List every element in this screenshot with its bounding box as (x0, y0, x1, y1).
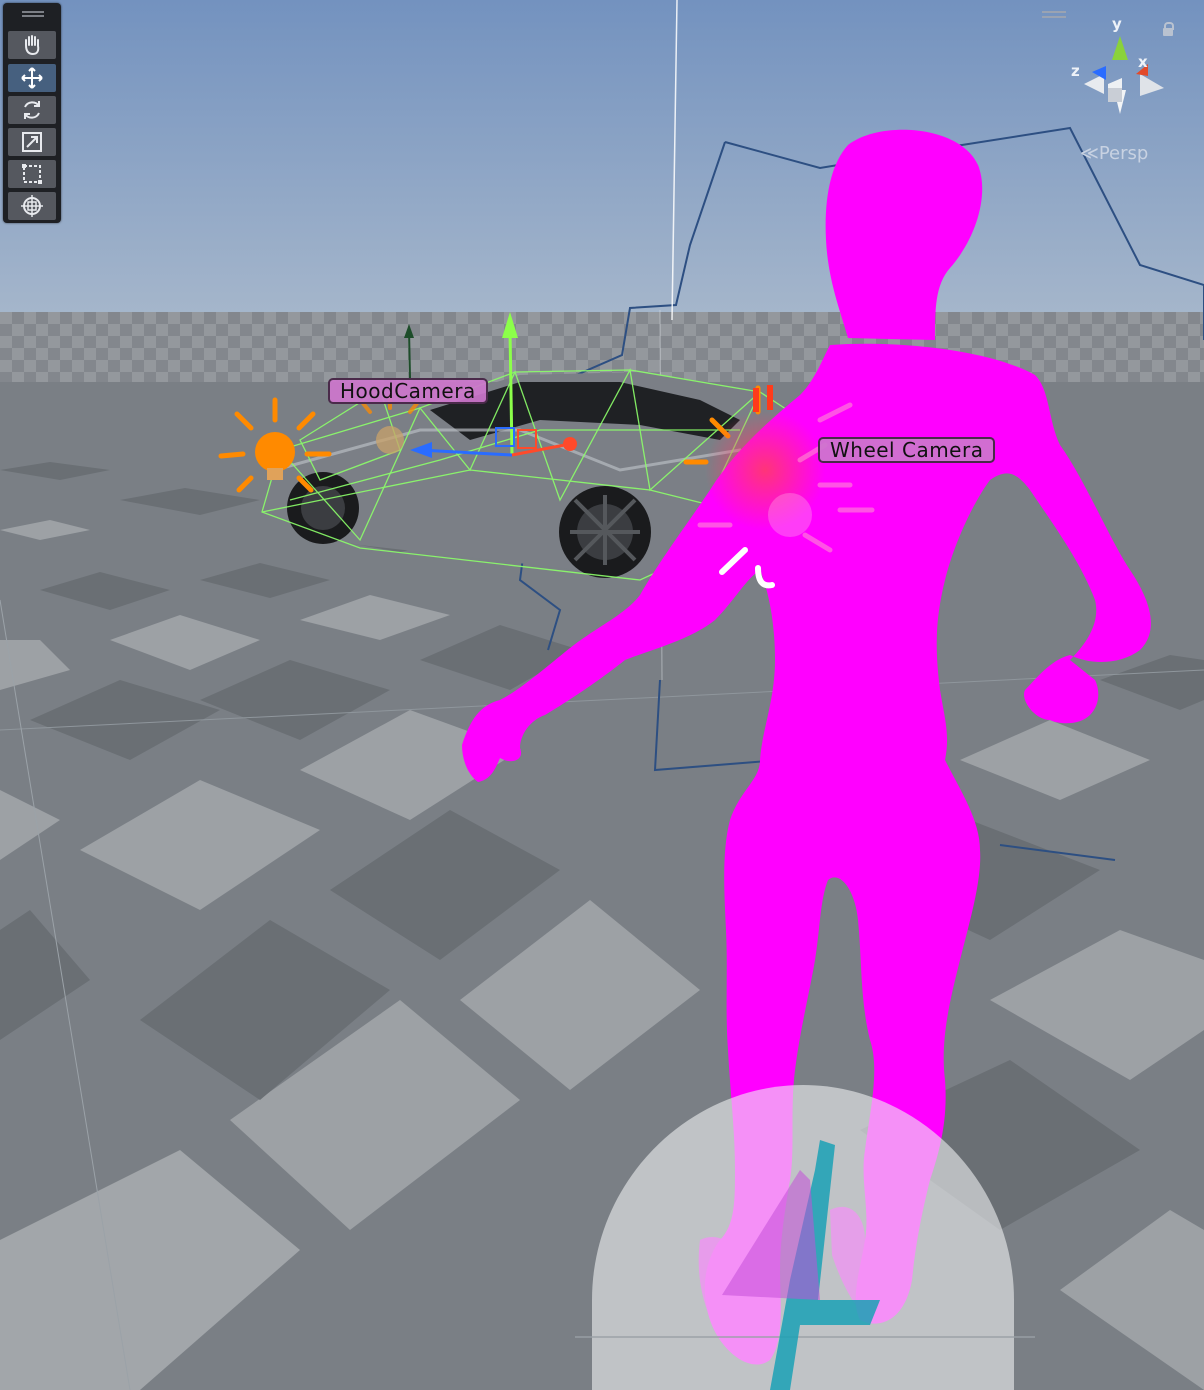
hand-tool-button[interactable] (8, 31, 56, 59)
gizmo-x-label: x (1138, 53, 1148, 71)
rotate-tool-button[interactable] (8, 96, 56, 124)
transform-tool-button[interactable] (8, 192, 56, 220)
gizmo-y-label: y (1112, 15, 1122, 33)
neg-x-axis-cone-icon[interactable] (1140, 74, 1164, 96)
sky (0, 0, 1204, 315)
rect-tool-button[interactable] (8, 160, 56, 188)
rect-icon (22, 164, 42, 184)
scale-icon (22, 132, 42, 152)
gizmo-z-label: z (1071, 62, 1080, 80)
projection-toggle[interactable]: ≪Persp (1080, 143, 1148, 164)
hood-camera-label[interactable]: HoodCamera (328, 378, 488, 404)
hand-icon (25, 35, 40, 56)
tools-toolbar (3, 3, 61, 223)
scale-tool-button[interactable] (8, 128, 56, 156)
toolbar-grip-icon[interactable] (22, 11, 44, 17)
y-axis-cone-icon[interactable] (1112, 36, 1128, 60)
overlay-grip-icon[interactable] (1042, 11, 1066, 18)
rotate-icon (24, 101, 40, 119)
center-cube-icon[interactable] (1108, 88, 1122, 102)
x-axis-handle-icon (563, 437, 577, 451)
projection-label: Persp (1098, 143, 1149, 164)
wheel-camera-label[interactable]: Wheel Camera (818, 437, 996, 463)
move-tool-button[interactable] (8, 64, 56, 92)
move-arrows-icon (21, 67, 43, 89)
transform-icon (21, 195, 43, 217)
scene-viewport[interactable] (0, 0, 1204, 1390)
persp-arrows-icon: ≪ (1080, 143, 1099, 164)
orientation-gizmo[interactable] (1068, 18, 1178, 118)
